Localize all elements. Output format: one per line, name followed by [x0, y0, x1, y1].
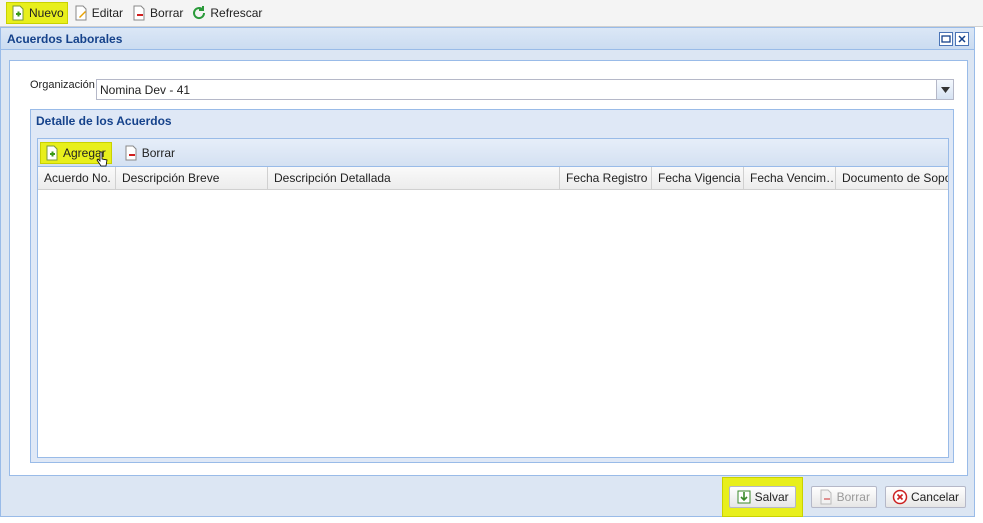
close-button[interactable]	[955, 31, 969, 46]
agregar-button[interactable]: Agregar	[40, 141, 112, 166]
acuerdos-fieldset: Detalle de los Acuerdos Agregar Borrar A…	[30, 109, 954, 463]
window-footer: Salvar Borrar Cancelar	[1, 477, 974, 517]
save-icon	[737, 490, 751, 504]
grid-borrar-button[interactable]: Borrar	[120, 142, 178, 164]
editar-label: Editar	[91, 6, 124, 20]
hand-cursor-icon	[96, 151, 108, 166]
cancelar-label: Cancelar	[910, 490, 959, 504]
window-header[interactable]: Acuerdos Laborales	[1, 28, 974, 50]
salvar-button[interactable]: Salvar	[728, 486, 796, 508]
delete-document-icon	[125, 145, 137, 160]
add-document-icon	[12, 5, 24, 21]
delete-document-icon	[820, 489, 832, 505]
salvar-highlight: Salvar	[721, 477, 803, 517]
organization-combo[interactable]: Nomina Dev - 41	[96, 79, 954, 100]
organization-label: Organización	[30, 79, 95, 91]
edit-document-icon	[75, 5, 87, 21]
cancelar-button[interactable]: Cancelar	[884, 486, 966, 508]
refrescar-label: Refrescar	[210, 6, 263, 20]
refresh-icon	[193, 6, 206, 20]
chevron-down-icon	[940, 86, 950, 93]
borrar-button[interactable]: Borrar	[128, 2, 186, 24]
maximize-button[interactable]	[939, 31, 953, 46]
grid-header: Acuerdo No. Descripción Breve Descripció…	[38, 167, 948, 190]
cancel-icon	[892, 489, 908, 505]
organization-dropdown-trigger[interactable]	[936, 80, 953, 99]
col-fecha-vigencia[interactable]: Fecha Vigencia	[652, 167, 744, 189]
nuevo-button[interactable]: Nuevo	[6, 2, 68, 24]
col-descripcion-detallada[interactable]: Descripción Detallada	[268, 167, 560, 189]
footer-borrar-button[interactable]: Borrar	[810, 486, 877, 508]
footer-borrar-label: Borrar	[836, 490, 870, 504]
col-fecha-vencimiento[interactable]: Fecha Vencim…	[744, 167, 836, 189]
window-title: Acuerdos Laborales	[7, 31, 123, 46]
nuevo-label: Nuevo	[29, 6, 64, 20]
grid-body[interactable]	[38, 191, 948, 457]
organization-row: Organización Nomina Dev - 41	[30, 79, 954, 100]
acuerdos-grid: Agregar Borrar Acuerdo No. Descripción B…	[37, 138, 949, 458]
grid-borrar-label: Borrar	[141, 145, 176, 160]
col-documento-soporte[interactable]: Documento de Sopo…	[836, 167, 948, 189]
close-icon	[958, 34, 966, 43]
refrescar-button[interactable]: Refrescar	[188, 2, 265, 24]
acuerdos-window: Acuerdos Laborales Organización Nomina D…	[0, 27, 975, 517]
editar-button[interactable]: Editar	[70, 2, 126, 24]
col-acuerdo-no[interactable]: Acuerdo No.	[38, 167, 116, 189]
col-fecha-registro[interactable]: Fecha Registro	[560, 167, 652, 189]
grid-toolbar: Agregar Borrar	[38, 139, 948, 167]
borrar-label: Borrar	[150, 6, 184, 20]
maximize-icon	[941, 34, 951, 43]
fieldset-title: Detalle de los Acuerdos	[36, 113, 172, 128]
delete-document-icon	[133, 5, 145, 21]
window-body: Organización Nomina Dev - 41 Detalle de …	[9, 60, 968, 476]
top-toolbar: Nuevo Editar Borrar Refrescar	[0, 0, 983, 27]
col-descripcion-breve[interactable]: Descripción Breve	[116, 167, 268, 189]
add-document-icon	[46, 145, 58, 160]
organization-value[interactable]: Nomina Dev - 41	[97, 83, 936, 97]
salvar-label: Salvar	[754, 490, 789, 504]
